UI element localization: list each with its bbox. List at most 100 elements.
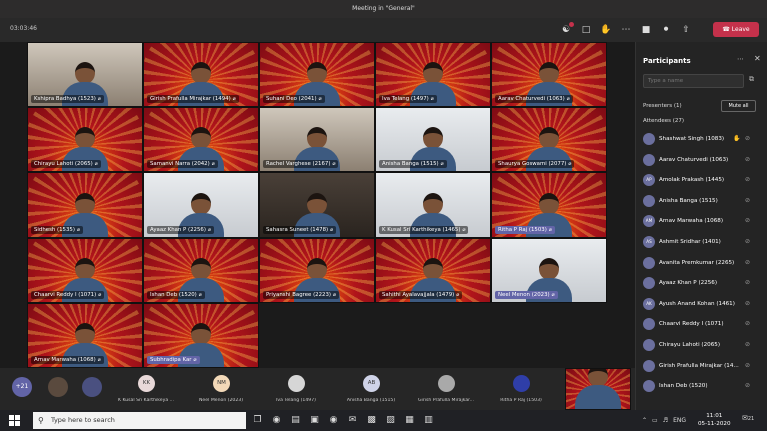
strip-thumbnail[interactable]: AB Anisha Banga (1515) bbox=[338, 368, 404, 410]
participant-name: Shaurya Goswami (2077) bbox=[498, 161, 567, 168]
attendee-row[interactable]: Chaarvi Reddy I (1071) ⊘ bbox=[641, 314, 765, 335]
mic-muted-icon[interactable]: ⊘ bbox=[745, 294, 750, 315]
video-tile[interactable]: Suhani Deo (2041) ⌀ bbox=[259, 42, 375, 108]
video-tile[interactable]: Subhradipa Kar ⌀ bbox=[143, 302, 259, 368]
notifications-icon[interactable]: ✉21 bbox=[742, 414, 754, 422]
video-tile[interactable]: Anisha Banga (1515) ⌀ bbox=[375, 107, 491, 173]
windows-start-icon[interactable] bbox=[9, 415, 20, 426]
mic-muted-icon[interactable]: ⊘ bbox=[745, 211, 750, 232]
tray-up-arrow-icon[interactable]: ⌃ bbox=[642, 417, 647, 424]
video-tile[interactable]: Ritha P Raj (1503) ⌀ bbox=[491, 172, 607, 238]
volume-icon[interactable]: ♬ bbox=[663, 417, 668, 424]
video-tile[interactable]: Sahithi Ayalavajjala (1479) ⌀ bbox=[375, 237, 491, 303]
video-tile[interactable]: Priyanshi Bagree (2223) ⌀ bbox=[259, 237, 375, 303]
language-indicator[interactable]: ENG bbox=[673, 417, 686, 424]
presenters-heading[interactable]: Presenters (1) bbox=[643, 103, 682, 109]
mic-muted-icon[interactable]: ⊘ bbox=[745, 273, 750, 294]
mic-muted-icon[interactable]: ⊘ bbox=[745, 150, 750, 171]
strip-thumbnail[interactable]: Girish Prafulla Mirajkar... bbox=[413, 368, 479, 410]
share-screen-icon[interactable]: ⇧ bbox=[678, 22, 694, 38]
video-tile[interactable]: Iva Telang (1497) ⌀ bbox=[375, 42, 491, 108]
participant-thumbnail[interactable] bbox=[82, 377, 102, 397]
taskbar-search[interactable]: ⚲ Type here to search bbox=[33, 412, 246, 429]
mic-muted-icon: ⌀ bbox=[440, 161, 444, 168]
mic-muted-icon[interactable]: ⊘ bbox=[745, 232, 750, 253]
mic-muted-icon: ⌀ bbox=[97, 96, 101, 103]
share-invite-icon[interactable]: ⧉ bbox=[749, 75, 754, 84]
video-tile[interactable]: Kshipra Badhya (1523) ⌀ bbox=[27, 42, 143, 108]
mic-muted-icon[interactable]: ⊘ bbox=[745, 314, 750, 335]
video-tile[interactable]: Sahasra Suneet (1478) ⌀ bbox=[259, 172, 375, 238]
task-view-icon[interactable]: ❐ bbox=[250, 413, 265, 428]
edge-browser-icon[interactable]: ◉ bbox=[269, 413, 284, 428]
attendee-row[interactable]: AM Arnav Marwaha (1068) ⊘ bbox=[641, 211, 765, 232]
taskbar-search-placeholder: Type here to search bbox=[51, 416, 115, 424]
mic-muted-icon[interactable]: ⊘ bbox=[745, 253, 750, 274]
office-icon[interactable]: ▩ bbox=[364, 413, 379, 428]
video-tile[interactable]: Girish Prafulla Mirajkar (1494) ⌀ bbox=[143, 42, 259, 108]
video-tile[interactable]: Sidhesh (1535) ⌀ bbox=[27, 172, 143, 238]
attendee-row[interactable]: AS Ashmit Sridhar (1401) ⊘ bbox=[641, 232, 765, 253]
strip-thumbnail[interactable]: NM Neel Menon (2023) bbox=[188, 368, 254, 410]
attendee-row[interactable]: Ishan Deb (1520) ⊘ bbox=[641, 376, 765, 397]
strip-thumbnail[interactable]: Ritha P Raj (1503) bbox=[488, 368, 554, 410]
camera-icon[interactable]: ■ bbox=[638, 22, 654, 38]
attendee-row[interactable]: Chirayu Lahoti (2065) ⊘ bbox=[641, 335, 765, 356]
attendee-name: Chaarvi Reddy I (1071) bbox=[659, 321, 724, 328]
teams-icon[interactable]: ▨ bbox=[383, 413, 398, 428]
video-tile[interactable]: Ishan Deb (1520) ⌀ bbox=[143, 237, 259, 303]
mic-muted-icon[interactable]: ⊘ bbox=[745, 335, 750, 356]
video-tile[interactable]: Rachel Varghese (2167) ⌀ bbox=[259, 107, 375, 173]
attendee-row[interactable]: Aarav Chaturvedi (1063) ⊘ bbox=[641, 150, 765, 171]
raise-hand-icon[interactable]: ✋ bbox=[598, 22, 614, 38]
attendees-heading[interactable]: Attendees (27) bbox=[643, 118, 684, 124]
mail-icon[interactable]: ✉ bbox=[345, 413, 360, 428]
mic-muted-icon[interactable]: ⊘ bbox=[745, 129, 750, 150]
attendee-row[interactable]: Shashwat Singh (1083) ✋ ⊘ bbox=[641, 129, 765, 150]
video-tile[interactable]: Aarav Chaturvedi (1063) ⌀ bbox=[491, 42, 607, 108]
attendee-row[interactable]: AK Ayush Anand Kohan (1461) ⊘ bbox=[641, 294, 765, 315]
video-tile[interactable]: K Kusal Sri Karthikeya (1465) ⌀ bbox=[375, 172, 491, 238]
attendee-row[interactable]: Avanita Premkumar (2265) ⊘ bbox=[641, 253, 765, 274]
attendee-row[interactable]: AP Amolak Prakash (1445) ⊘ bbox=[641, 170, 765, 191]
video-tile[interactable]: Samanvi Narra (2042) ⌀ bbox=[143, 107, 259, 173]
video-tile[interactable]: Chirayu Lahoti (2065) ⌀ bbox=[27, 107, 143, 173]
participant-search-input[interactable] bbox=[643, 74, 744, 88]
video-tile[interactable]: Arnav Marwaha (1068) ⌀ bbox=[27, 302, 143, 368]
more-options-icon[interactable]: ⋯ bbox=[737, 55, 744, 63]
participant-thumbnail[interactable] bbox=[48, 377, 68, 397]
chrome-icon[interactable]: ◉ bbox=[326, 413, 341, 428]
mic-muted-icon: ⌀ bbox=[193, 356, 197, 363]
chat-icon[interactable]: □ bbox=[578, 22, 594, 38]
attendee-row[interactable]: Anisha Banga (1515) ⊘ bbox=[641, 191, 765, 212]
video-tile[interactable]: Shaurya Goswami (2077) ⌀ bbox=[491, 107, 607, 173]
mic-muted-icon: ⌀ bbox=[566, 96, 570, 103]
taskbar-clock[interactable]: 11:01 05-11-2020 bbox=[698, 412, 731, 428]
mute-all-button[interactable]: Mute all bbox=[721, 100, 756, 112]
network-icon[interactable]: ▭ bbox=[652, 417, 658, 424]
avatar bbox=[643, 256, 655, 269]
participants-icon[interactable]: ☯ bbox=[558, 22, 574, 38]
attendee-row[interactable]: Girish Prafulla Mirajkar (14... ⊘ bbox=[641, 356, 765, 377]
leave-button[interactable]: ☎ Leave bbox=[713, 22, 759, 37]
attendee-list: Shashwat Singh (1083) ✋ ⊘ Aarav Chaturvedi … bbox=[641, 129, 765, 397]
attendee-row[interactable]: Ayaaz Khan P (2256) ⊘ bbox=[641, 273, 765, 294]
video-tile[interactable]: Neel Menon (2023) ⌀ bbox=[491, 237, 607, 303]
mic-muted-icon[interactable]: ⊘ bbox=[745, 170, 750, 191]
mic-muted-icon[interactable]: ⊘ bbox=[745, 376, 750, 397]
powerpoint-icon[interactable]: ▦ bbox=[402, 413, 417, 428]
attendee-name: Aarav Chaturvedi (1063) bbox=[659, 156, 729, 163]
video-tile[interactable]: Chaarvi Reddy I (1071) ⌀ bbox=[27, 237, 143, 303]
photos-icon[interactable]: ▥ bbox=[421, 413, 436, 428]
store-icon[interactable]: ▣ bbox=[307, 413, 322, 428]
strip-thumbnail[interactable]: KK K Kusal Sri Karthikeya ... bbox=[113, 368, 179, 410]
file-explorer-icon[interactable]: ▤ bbox=[288, 413, 303, 428]
strip-thumbnail[interactable]: Iva Telang (1497) bbox=[263, 368, 329, 410]
video-tile[interactable]: Ayaaz Khan P (2256) ⌀ bbox=[143, 172, 259, 238]
mic-icon[interactable]: ⚫ bbox=[658, 22, 674, 38]
close-icon[interactable]: ✕ bbox=[754, 54, 761, 63]
mic-muted-icon[interactable]: ⊘ bbox=[745, 191, 750, 212]
more-actions-icon[interactable]: ⋯ bbox=[618, 22, 634, 38]
mic-muted-icon[interactable]: ⊘ bbox=[745, 356, 750, 377]
more-participants-badge[interactable]: +21 bbox=[12, 377, 32, 397]
